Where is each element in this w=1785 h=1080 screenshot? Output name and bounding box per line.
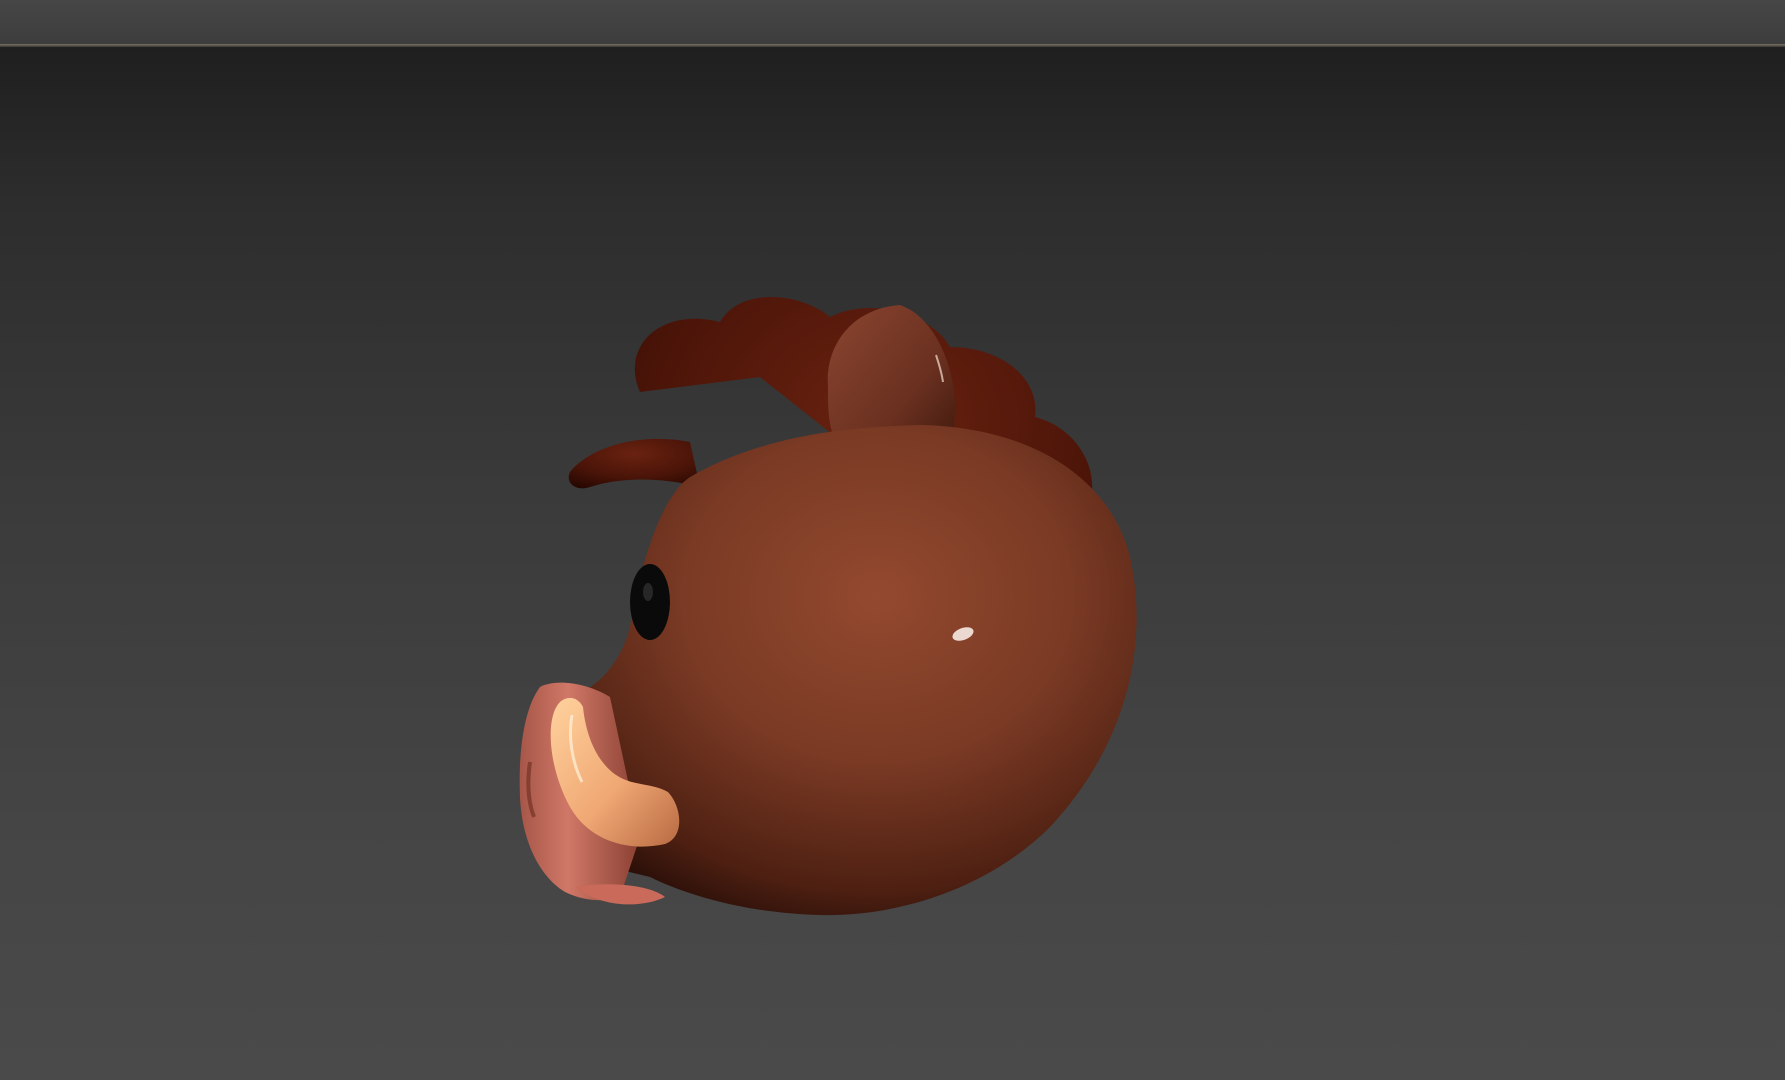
3d-viewport[interactable] [0, 47, 1785, 1080]
boar-head-model[interactable] [0, 47, 1785, 1080]
top-toolbar [0, 0, 1785, 44]
eye [630, 564, 670, 640]
eye-highlight [643, 583, 653, 601]
application-window [0, 0, 1785, 1080]
